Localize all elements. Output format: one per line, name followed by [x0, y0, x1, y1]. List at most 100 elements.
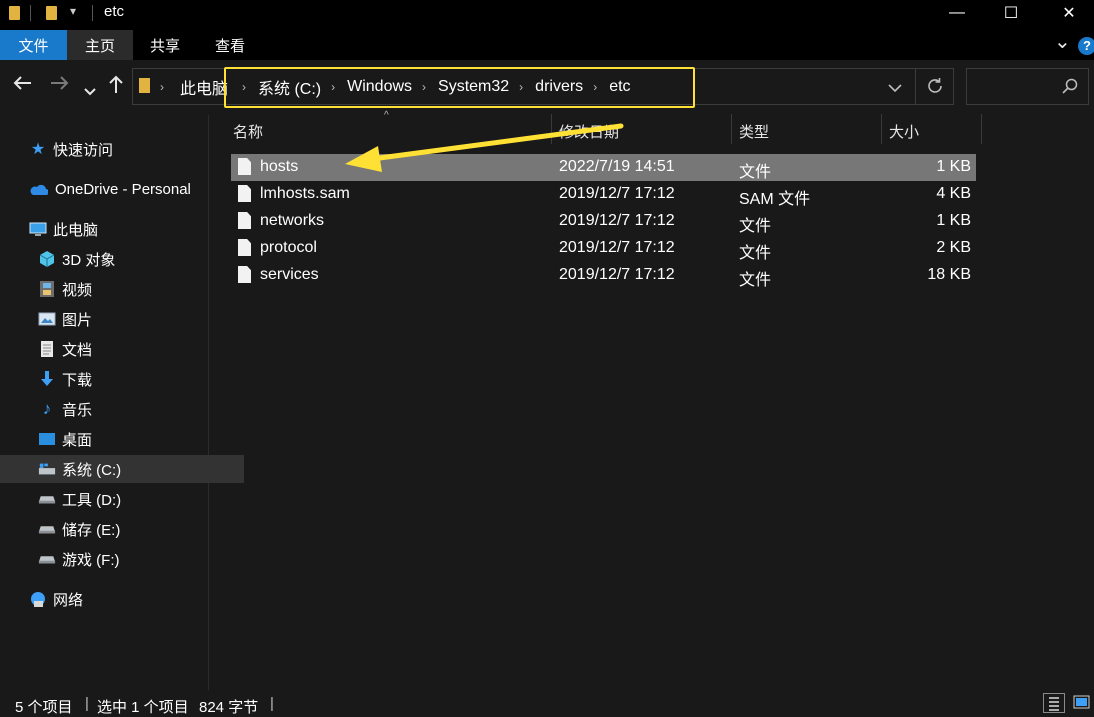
- up-button[interactable]: [108, 74, 124, 100]
- file-size: 2 KB: [936, 239, 971, 256]
- file-date: 2019/12/7 17:12: [559, 185, 675, 202]
- file-row-lmhosts[interactable]: lmhosts.sam 2019/12/7 17:12 SAM 文件 4 KB: [231, 181, 976, 208]
- quick-access-folder-icon[interactable]: [46, 6, 57, 20]
- cube-icon: [38, 251, 56, 267]
- network-icon: [29, 591, 47, 607]
- arrow-right-icon: [51, 76, 69, 90]
- folder-icon: [9, 6, 20, 20]
- file-name: hosts: [260, 158, 299, 175]
- tab-share[interactable]: 共享: [133, 30, 197, 60]
- chevron-down-icon: [888, 84, 902, 93]
- search-icon: [1062, 78, 1078, 98]
- sidebar-item-pictures[interactable]: 图片: [0, 305, 244, 333]
- file-date: 2019/12/7 17:12: [559, 212, 675, 229]
- computer-icon: [29, 221, 47, 237]
- refresh-button[interactable]: [926, 77, 944, 99]
- file-size: 1 KB: [936, 212, 971, 229]
- item-count: 5 个项目: [15, 699, 73, 716]
- sidebar-item-desktop[interactable]: 桌面: [0, 425, 244, 453]
- status-divider: |: [270, 695, 274, 712]
- tab-home[interactable]: 主页: [67, 30, 133, 60]
- file-icon: [238, 185, 251, 202]
- file-row-hosts[interactable]: hosts 2022/7/19 14:51 文件 1 KB: [231, 154, 976, 181]
- sidebar-item-label: 视频: [62, 281, 93, 299]
- column-header-date[interactable]: 修改日期: [559, 118, 729, 144]
- sidebar-item-label: 快速访问: [53, 141, 114, 159]
- column-divider[interactable]: [551, 114, 552, 144]
- sidebar-item-onedrive[interactable]: OneDrive - Personal: [0, 175, 233, 203]
- file-type: 文件: [739, 218, 772, 235]
- details-view-button[interactable]: [1043, 693, 1065, 713]
- sidebar-item-label: 游戏 (F:): [62, 551, 120, 569]
- tab-view[interactable]: 查看: [197, 30, 263, 60]
- title-bar: ▾ etc — ☐ ✕: [0, 0, 1094, 26]
- sidebar-item-downloads[interactable]: 下载: [0, 365, 244, 393]
- sidebar-item-e-drive[interactable]: 储存 (E:): [0, 515, 244, 543]
- file-row-services[interactable]: services 2019/12/7 17:12 文件 18 KB: [231, 262, 976, 289]
- file-row-networks[interactable]: networks 2019/12/7 17:12 文件 1 KB: [231, 208, 976, 235]
- sidebar-item-label: 此电脑: [53, 221, 99, 239]
- help-icon[interactable]: ?: [1078, 37, 1094, 55]
- file-row-protocol[interactable]: protocol 2019/12/7 17:12 文件 2 KB: [231, 235, 976, 262]
- sidebar-item-label: 文档: [62, 341, 93, 359]
- breadcrumb-this-pc[interactable]: 此电脑: [180, 75, 228, 99]
- sidebar-item-3d-objects[interactable]: 3D 对象: [0, 245, 244, 273]
- column-header-type[interactable]: 类型: [739, 118, 879, 144]
- sidebar-item-c-drive[interactable]: 系统 (C:): [0, 455, 244, 483]
- sidebar-item-quick-access[interactable]: ★ 快速访问: [0, 135, 235, 163]
- tab-file[interactable]: 文件: [0, 30, 67, 60]
- close-button[interactable]: ✕: [1046, 0, 1092, 26]
- expand-ribbon-icon[interactable]: ⌄: [1054, 32, 1072, 55]
- column-divider[interactable]: [981, 114, 982, 144]
- column-divider[interactable]: [731, 114, 732, 144]
- minimize-button[interactable]: —: [934, 0, 980, 26]
- sidebar-item-d-drive[interactable]: 工具 (D:): [0, 485, 244, 513]
- selection-count: 选中 1 个项目: [97, 699, 189, 716]
- file-type: 文件: [739, 272, 772, 289]
- large-icons-view-button[interactable]: [1071, 693, 1093, 713]
- file-icon: [238, 158, 251, 175]
- drive-icon: [38, 491, 56, 507]
- sidebar-item-documents[interactable]: 文档: [0, 335, 244, 363]
- separator: [30, 5, 31, 21]
- sidebar-item-f-drive[interactable]: 游戏 (F:): [0, 545, 244, 573]
- chevron-right-icon: ›: [160, 80, 164, 94]
- file-name: protocol: [260, 239, 317, 256]
- status-bar: 5 个项目 | 选中 1 个项目 824 字节 |: [0, 690, 1094, 716]
- selection-size: 824 字节: [199, 699, 259, 716]
- sidebar-item-network[interactable]: 网络: [0, 585, 235, 613]
- refresh-icon: [928, 78, 942, 93]
- qat-dropdown-icon[interactable]: ▾: [70, 4, 76, 18]
- sidebar-item-label: 储存 (E:): [62, 521, 121, 539]
- sidebar-item-music[interactable]: ♪ 音乐: [0, 395, 244, 423]
- file-date: 2019/12/7 17:12: [559, 266, 675, 283]
- chevron-down-icon: [84, 88, 96, 96]
- film-icon: [38, 281, 56, 297]
- navigation-pane: ★ 快速访问 OneDrive - Personal 此电脑 3D 对象 视频 …: [0, 115, 244, 690]
- sidebar-item-this-pc[interactable]: 此电脑: [0, 215, 235, 243]
- sidebar-item-videos[interactable]: 视频: [0, 275, 244, 303]
- separator: [92, 5, 93, 21]
- column-header-name[interactable]: 名称: [233, 118, 551, 144]
- column-header-size[interactable]: 大小: [889, 118, 979, 144]
- recent-locations-button[interactable]: [84, 79, 96, 102]
- picture-icon: [38, 311, 56, 327]
- maximize-button[interactable]: ☐: [988, 0, 1034, 26]
- file-size: 18 KB: [927, 266, 971, 283]
- sidebar-item-label: 音乐: [62, 401, 93, 419]
- file-date: 2022/7/19 14:51: [559, 158, 675, 175]
- file-type: 文件: [739, 164, 772, 181]
- address-history-button[interactable]: [888, 80, 902, 97]
- drive-icon: [38, 521, 56, 537]
- file-size: 4 KB: [936, 185, 971, 202]
- column-divider[interactable]: [881, 114, 882, 144]
- folder-icon: [139, 78, 150, 93]
- file-size: 1 KB: [936, 158, 971, 175]
- file-type: SAM 文件: [739, 191, 811, 208]
- arrow-up-icon: [109, 75, 123, 93]
- forward-button[interactable]: [50, 74, 70, 97]
- back-button[interactable]: [12, 74, 32, 97]
- sidebar-item-label: 图片: [62, 311, 93, 329]
- windows-drive-icon: [38, 461, 56, 477]
- status-divider: |: [85, 695, 89, 712]
